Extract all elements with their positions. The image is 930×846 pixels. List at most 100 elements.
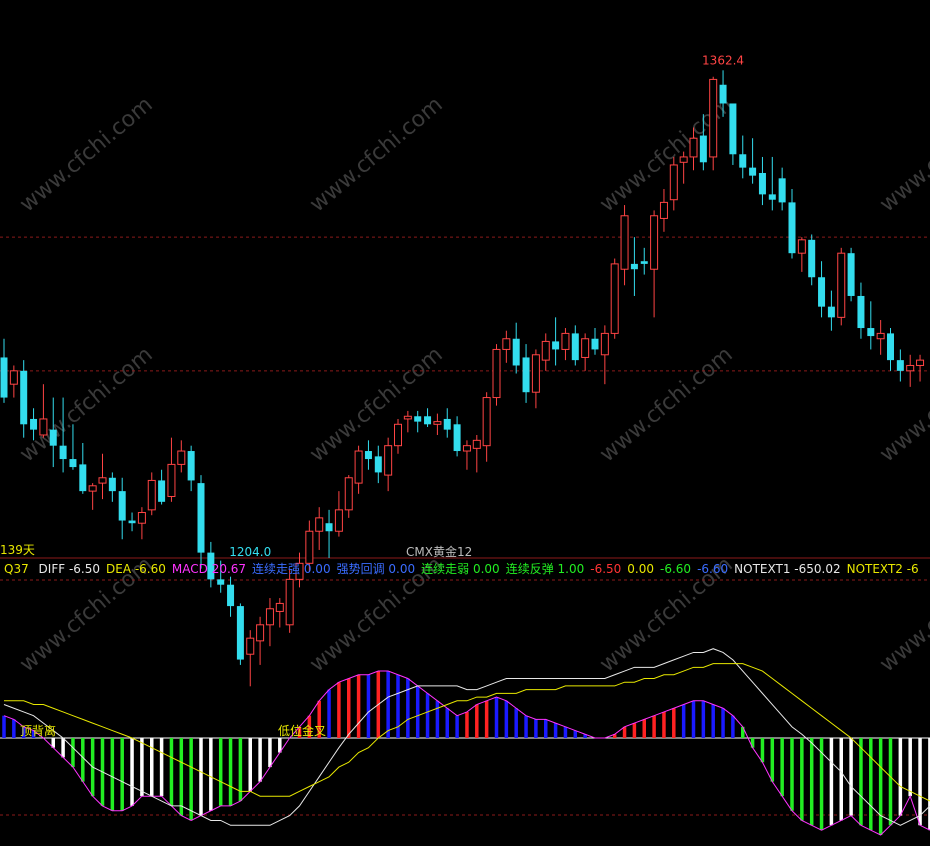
candle-body-down [896,360,904,371]
candle-body-up [620,215,629,270]
candle-body-up [659,201,668,219]
candle-body-down [197,483,205,553]
grid-lines [0,236,930,816]
candle-body-up [581,338,590,358]
candle-body-down [20,370,28,425]
candle-body-up [246,637,255,655]
days-label: 139天 [0,543,35,557]
candle-body-up [600,332,609,356]
candle-body-up [285,578,294,626]
candle-body-down [552,341,560,350]
candle-body-down [857,295,865,329]
candle-body-down [847,253,855,296]
candle-body-up [394,423,402,447]
candle-body-up [334,509,343,532]
candle-body-up [709,78,718,158]
candle-body-down [128,520,136,524]
candle-body-down [325,523,333,532]
candle-body-down [374,456,382,473]
candle-body-down [69,459,77,468]
candle-body-up [98,477,107,484]
candle-body-up [916,359,925,366]
legend-entry: 强势回调 0.00 [336,562,416,576]
watermark: www.cfchi.com [595,342,737,467]
candle-body-down [867,328,875,337]
legend-entry: 0.00 [627,562,655,576]
candle-body-down [808,239,816,278]
candle-body-down [217,579,225,585]
candlestick-series [0,70,925,687]
candle-body-down [699,135,707,163]
candle-body-down [818,277,826,307]
candle-body-down [571,333,579,361]
indicator-legend: Q37 DIFF -6.50 DEA -6.60 MACD 20.67 连续走强 0.… [4,560,925,576]
candle-body-down [236,606,244,660]
candle-body-up [403,415,412,420]
candle-body-down [512,338,520,366]
candle-body-up [492,348,501,399]
candle-body-up [669,164,678,201]
candle-body-up [561,332,570,350]
candle-body-down [227,584,235,607]
candle-body-down [118,491,126,521]
watermark: www.cfchi.com [15,342,157,467]
legend-entry: -6.60 [660,562,692,576]
candle-body-up [344,477,353,511]
candle-body-down [59,445,67,460]
legend-entry: MACD 20.67 [171,562,247,576]
candle-body-up [137,512,146,524]
candle-body-up [679,156,688,163]
candle-body-up [9,370,18,385]
candle-body-up [502,338,511,350]
legend-entry: 连续反弹 1.00 [505,562,585,576]
candle-body-down [758,172,766,195]
candle-body-down [0,357,8,398]
candle-body-down [749,167,757,176]
candle-body-up [531,354,540,393]
candle-body-down [522,357,530,393]
candle-body-up [541,340,550,361]
candle-body-up [384,445,393,476]
candle-body-up [610,263,619,334]
candle-body-up [147,479,156,511]
candle-body-up [462,445,471,452]
watermark: www.cfchi.com [305,92,447,217]
candle-body-up [472,439,481,449]
legend-entry: DEA -6.60 [106,562,166,576]
candle-body-down [49,429,57,446]
candle-body-down [79,464,87,492]
low-price-label: 1204.0 [229,545,271,559]
instrument-label: CMX黄金12 [406,544,472,559]
candle-body-down [729,103,737,155]
candle-body-up [906,364,915,372]
watermark: www.cfchi.com [875,92,930,217]
candle-body-down [640,261,648,264]
candle-body-down [424,416,432,425]
candle-body-down [108,477,116,492]
candle-body-down [364,451,372,460]
candle-body-up [433,421,442,425]
price-macd-chart: www.cfchi.com www.cfchi.com www.cfchi.com w… [0,53,930,836]
candle-body-down [719,84,727,104]
candle-body-up [256,624,265,642]
candle-body-up [39,418,48,436]
watermark-layer: www.cfchi.com www.cfchi.com www.cfchi.com w… [15,92,930,677]
legend-entry: -6.50 [590,562,622,576]
candle-body-down [739,154,747,168]
macd-histogram [0,670,930,836]
candle-body-down [591,338,599,350]
candle-body-up [305,530,314,564]
watermark: www.cfchi.com [305,342,447,467]
candle-body-down [768,194,776,200]
indicator-name[interactable]: Q37 [4,562,29,576]
candle-body-down [827,306,835,318]
legend-entry: NOTEXT2 -6 [846,562,919,576]
candle-body-down [630,263,638,270]
candle-body-up [837,252,846,318]
candle-body-up [167,463,176,497]
legend-entry: 连续走强 0.00 [252,562,331,576]
watermark: www.cfchi.com [15,92,157,217]
candle-body-up [275,602,284,612]
candle-body-down [158,480,166,502]
candle-body-down [414,416,422,422]
